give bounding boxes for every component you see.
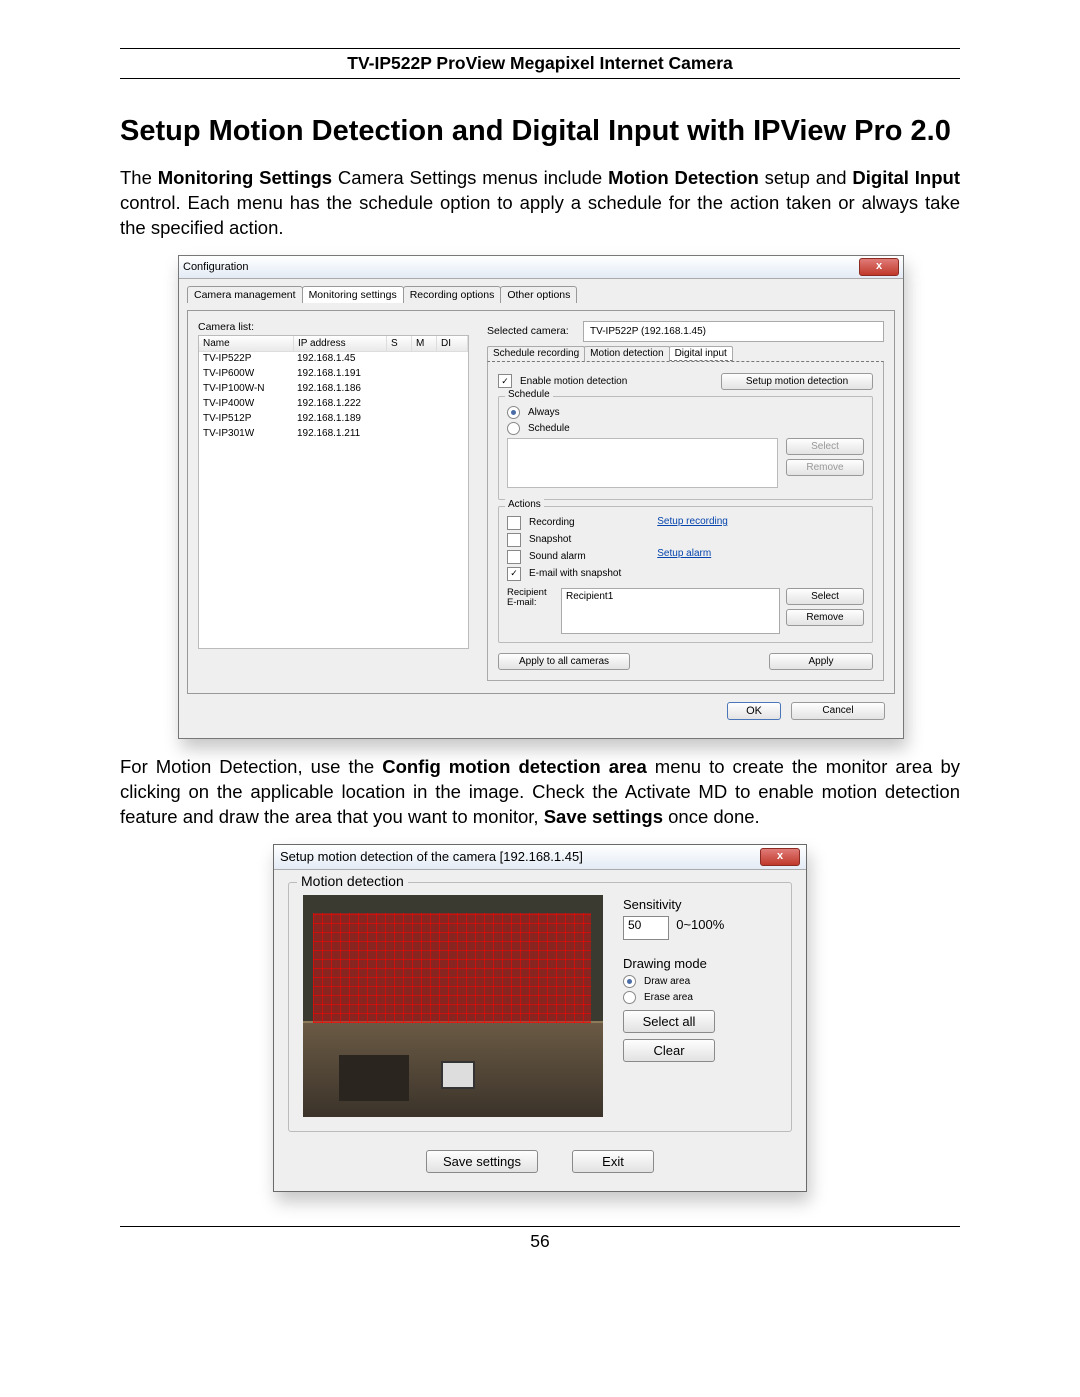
recording-label: Recording [529, 517, 575, 528]
sensitivity-range: 0~100% [676, 917, 724, 932]
tab-camera-management[interactable]: Camera management [187, 286, 303, 303]
camera-list-label: Camera list: [198, 321, 469, 333]
table-row[interactable]: TV-IP600W192.168.1.191 [199, 367, 468, 382]
erase-area-radio[interactable] [623, 991, 636, 1004]
sound-alarm-checkbox[interactable] [507, 550, 521, 564]
recipient-email-field[interactable]: Recipient1 [561, 588, 780, 634]
tab-monitoring-settings[interactable]: Monitoring settings [302, 286, 404, 303]
intro-paragraph: The Monitoring Settings Camera Settings … [120, 166, 960, 241]
doc-header: TV-IP522P ProView Megapixel Internet Cam… [120, 48, 960, 79]
sensitivity-input[interactable]: 50 [623, 916, 669, 940]
sound-alarm-label: Sound alarm [529, 551, 586, 562]
actions-group-label: Actions [505, 499, 544, 510]
camera-preview[interactable] [303, 895, 603, 1117]
draw-area-radio[interactable] [623, 975, 636, 988]
selected-camera-label: Selected camera: [487, 325, 575, 337]
enable-motion-checkbox[interactable]: ✓ [498, 374, 512, 388]
md-window-title: Setup motion detection of the camera [19… [280, 849, 760, 864]
table-row[interactable]: TV-IP400W192.168.1.222 [199, 397, 468, 412]
erase-area-label: Erase area [644, 992, 693, 1003]
apply-button[interactable]: Apply [769, 653, 873, 670]
page-number: 56 [120, 1231, 960, 1252]
select-all-button[interactable]: Select all [623, 1010, 715, 1033]
drawing-mode-label: Drawing mode [623, 956, 777, 971]
subtab-motion-detection[interactable]: Motion detection [584, 346, 669, 361]
setup-motion-detection-button[interactable]: Setup motion detection [721, 373, 873, 390]
apply-all-button[interactable]: Apply to all cameras [498, 653, 630, 670]
table-row[interactable]: TV-IP512P192.168.1.189 [199, 412, 468, 427]
window-title: Configuration [183, 261, 859, 273]
page-title: Setup Motion Detection and Digital Input… [120, 115, 960, 148]
tab-recording-options[interactable]: Recording options [403, 286, 502, 303]
schedule-radio[interactable] [507, 422, 520, 435]
recipient-remove-button[interactable]: Remove [786, 609, 864, 626]
configuration-window: Configuration x Camera management Monito… [178, 255, 904, 739]
col-di: DI [437, 336, 468, 351]
col-s: S [387, 336, 412, 351]
always-label: Always [528, 407, 560, 418]
col-ip: IP address [294, 336, 387, 351]
subtab-digital-input[interactable]: Digital input [669, 346, 733, 361]
snapshot-label: Snapshot [529, 534, 571, 545]
close-icon[interactable]: x [859, 258, 899, 276]
schedule-listbox[interactable] [507, 438, 778, 488]
snapshot-checkbox[interactable] [507, 533, 521, 547]
setup-alarm-link[interactable]: Setup alarm [657, 548, 711, 559]
sensitivity-label: Sensitivity [623, 897, 777, 912]
motion-detection-legend: Motion detection [297, 873, 408, 889]
detection-grid-overlay [313, 913, 591, 1023]
camera-list-table[interactable]: Name IP address S M DI TV-IP522P192.168.… [198, 335, 469, 649]
schedule-select-button[interactable]: Select [786, 438, 864, 455]
always-radio[interactable] [507, 406, 520, 419]
recipient-select-button[interactable]: Select [786, 588, 864, 605]
exit-button[interactable]: Exit [572, 1150, 654, 1173]
selected-camera-field[interactable]: TV-IP522P (192.168.1.45) [583, 321, 884, 342]
draw-area-label: Draw area [644, 976, 690, 987]
motion-detection-window: Setup motion detection of the camera [19… [273, 844, 807, 1192]
schedule-group-label: Schedule [505, 389, 553, 400]
motion-detection-paragraph: For Motion Detection, use the Config mot… [120, 755, 960, 830]
tab-other-options[interactable]: Other options [500, 286, 577, 303]
setup-recording-link[interactable]: Setup recording [657, 516, 728, 527]
ok-button[interactable]: OK [727, 702, 781, 720]
recording-checkbox[interactable] [507, 516, 521, 530]
table-row[interactable]: TV-IP100W-N192.168.1.186 [199, 382, 468, 397]
recipient-email-label: Recipient E-mail: [507, 588, 555, 634]
table-row[interactable]: TV-IP522P192.168.1.45 [199, 352, 468, 367]
schedule-label: Schedule [528, 423, 570, 434]
col-name: Name [199, 336, 294, 351]
table-row[interactable]: TV-IP301W192.168.1.211 [199, 427, 468, 442]
close-icon[interactable]: x [760, 848, 800, 866]
email-snapshot-label: E-mail with snapshot [529, 568, 621, 579]
subtab-schedule-recording[interactable]: Schedule recording [487, 346, 585, 361]
schedule-remove-button[interactable]: Remove [786, 459, 864, 476]
clear-button[interactable]: Clear [623, 1039, 715, 1062]
cancel-button[interactable]: Cancel [791, 702, 885, 720]
col-m: M [412, 336, 437, 351]
save-settings-button[interactable]: Save settings [426, 1150, 538, 1173]
email-snapshot-checkbox[interactable]: ✓ [507, 567, 521, 581]
enable-motion-label: Enable motion detection [520, 376, 627, 387]
